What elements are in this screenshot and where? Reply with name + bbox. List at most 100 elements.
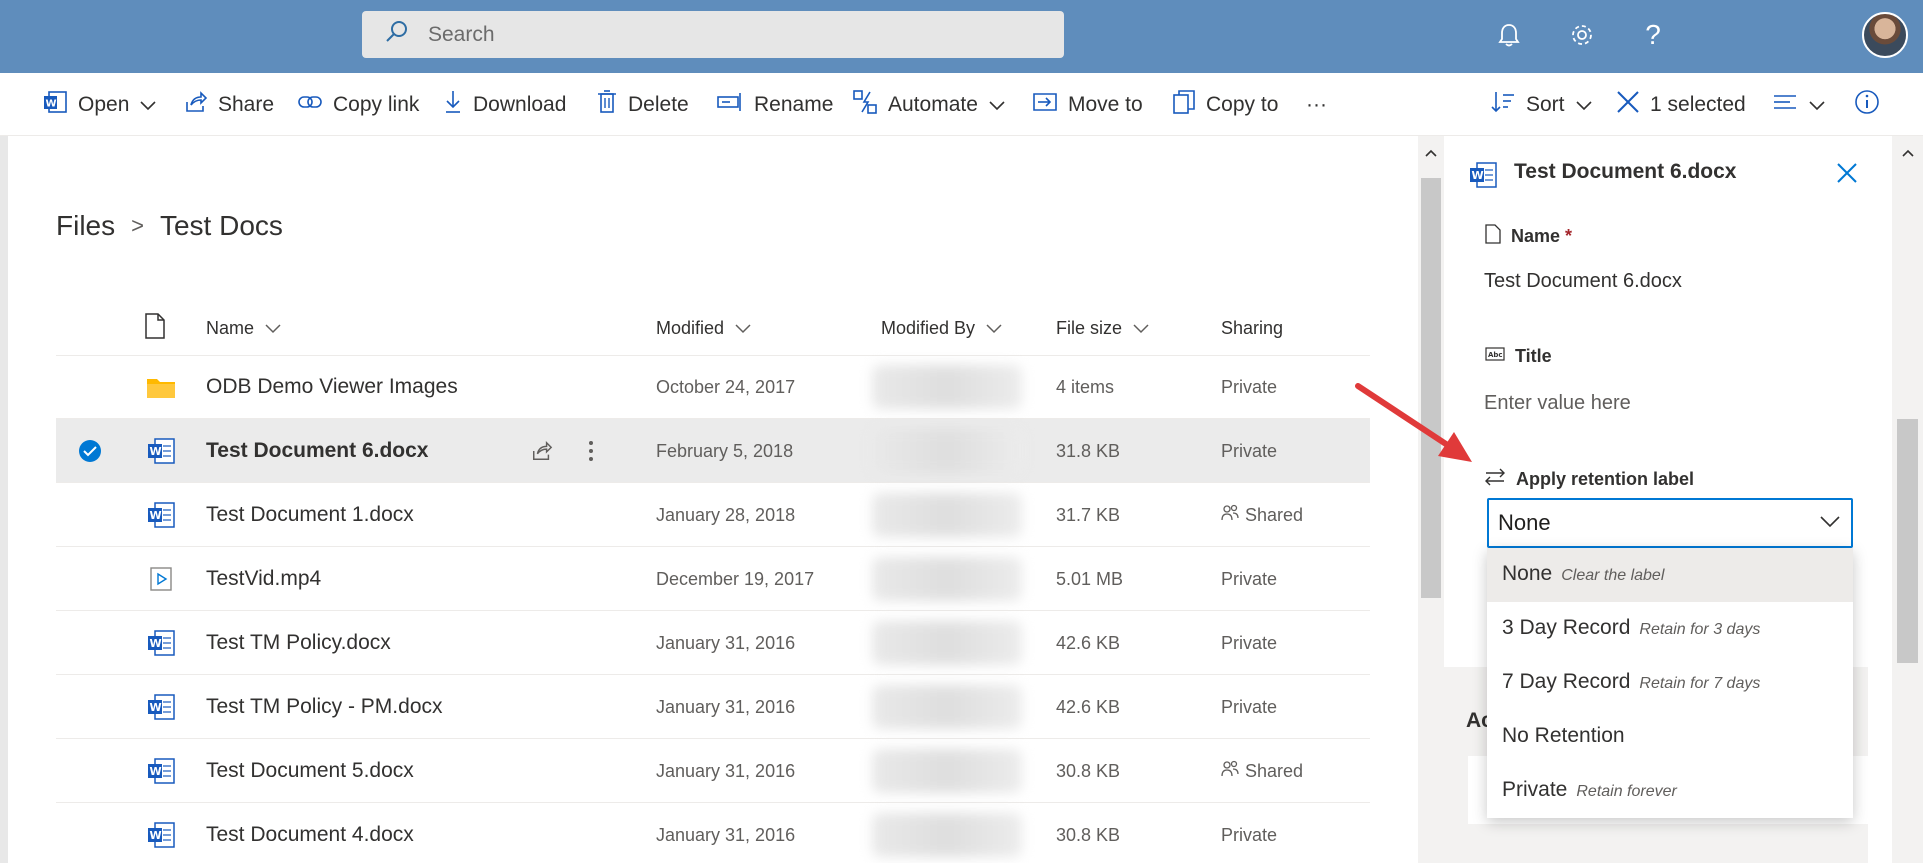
share-icon[interactable] <box>530 419 554 483</box>
column-header-sharing[interactable]: Sharing <box>1221 310 1283 346</box>
open-label: Open <box>78 92 130 116</box>
option-label: Private <box>1502 778 1568 801</box>
chevron-down-icon <box>139 93 157 117</box>
copy-to-button[interactable]: Copy to <box>1172 73 1278 136</box>
modified-date: January 31, 2016 <box>656 632 796 653</box>
share-button[interactable]: Share <box>184 73 274 136</box>
table-row[interactable]: W Test TM Policy.docx January 31, 2016 4… <box>56 611 1370 675</box>
folder-icon <box>146 355 176 419</box>
rename-button[interactable]: Rename <box>716 73 833 136</box>
sharing-label: Shared <box>1245 760 1304 781</box>
copy-link-button[interactable]: Copy link <box>297 73 419 136</box>
name-label-text: Name <box>1511 226 1561 246</box>
modified-date: January 28, 2018 <box>656 504 796 525</box>
move-icon <box>1032 90 1058 120</box>
column-header-modified-by[interactable]: Modified By <box>881 310 1003 346</box>
more-vertical-icon[interactable] <box>588 419 594 483</box>
info-button[interactable] <box>1854 73 1880 136</box>
file-name[interactable]: Test Document 4.docx <box>206 803 414 863</box>
table-row-selected[interactable]: W Test Document 6.docx February 5, 2018 … <box>56 419 1370 483</box>
chevron-up-icon[interactable] <box>1424 148 1438 158</box>
panel-scrollbar[interactable] <box>1892 136 1923 863</box>
modified-date: January 31, 2016 <box>656 824 796 845</box>
retention-option-no-retention[interactable]: No Retention <box>1487 710 1853 764</box>
share-label: Share <box>218 92 275 116</box>
word-icon: W <box>146 611 176 675</box>
retention-label-select[interactable]: None <box>1487 498 1853 548</box>
table-row[interactable]: W Test Document 4.docx January 31, 2016 … <box>56 803 1370 863</box>
retention-option-3-day-record[interactable]: 3 Day Record Retain for 3 days <box>1487 602 1853 656</box>
svg-text:W: W <box>1472 169 1484 182</box>
file-name[interactable]: Test TM Policy - PM.docx <box>206 675 443 739</box>
table-row[interactable]: W Test Document 5.docx January 31, 2016 … <box>56 739 1370 803</box>
more-button[interactable]: ··· <box>1306 73 1327 136</box>
title-label-text: Title <box>1515 346 1552 366</box>
command-bar: W Open Share Copy link Download Delete R… <box>0 73 1923 136</box>
retention-option-private[interactable]: Private Retain forever <box>1487 764 1853 818</box>
file-name[interactable]: Test Document 1.docx <box>206 483 414 547</box>
column-header-file-size[interactable]: File size <box>1056 310 1150 346</box>
breadcrumb-root[interactable]: Files <box>56 210 115 242</box>
breadcrumb-current[interactable]: Test Docs <box>160 210 283 242</box>
clear-selection-button[interactable]: 1 selected <box>1616 73 1746 136</box>
word-icon: W <box>146 803 176 863</box>
automate-button[interactable]: Automate <box>852 73 1006 136</box>
top-bar: Search ? <box>0 0 1923 73</box>
chevron-down-icon <box>988 93 1006 117</box>
table-row[interactable]: W Test Document 1.docx January 28, 2018 … <box>56 483 1370 547</box>
name-field-value[interactable]: Test Document 6.docx <box>1484 270 1682 293</box>
modified-by-redacted <box>872 813 1022 857</box>
sharing-status: Private <box>1221 696 1278 717</box>
file-type-header[interactable] <box>144 310 166 346</box>
retention-dropdown-menu: None Clear the label 3 Day Record Retain… <box>1487 548 1853 818</box>
breadcrumb-separator: > <box>131 213 144 238</box>
chevron-up-icon[interactable] <box>1901 148 1915 158</box>
search-box[interactable]: Search <box>362 11 1064 58</box>
bell-icon[interactable] <box>1492 18 1526 52</box>
avatar[interactable] <box>1862 12 1908 58</box>
svg-text:W: W <box>150 701 162 714</box>
checkmark-icon[interactable] <box>78 419 102 483</box>
help-icon[interactable]: ? <box>1636 18 1670 52</box>
close-icon[interactable] <box>1836 162 1858 189</box>
retention-option-none[interactable]: None Clear the label <box>1487 548 1853 602</box>
svg-text:W: W <box>150 765 162 778</box>
sharing-status: Private <box>1221 568 1278 589</box>
open-button[interactable]: W Open <box>42 73 157 136</box>
copy-to-label: Copy to <box>1206 92 1279 116</box>
modified-date: January 31, 2016 <box>656 760 796 781</box>
list-scrollbar[interactable] <box>1418 136 1444 863</box>
modified-by-redacted <box>872 557 1022 601</box>
title-field-input[interactable]: Enter value here <box>1484 392 1631 415</box>
view-options-button[interactable] <box>1772 73 1826 136</box>
file-name[interactable]: ODB Demo Viewer Images <box>206 355 458 419</box>
file-name[interactable]: Test Document 6.docx <box>206 419 429 483</box>
people-icon <box>1221 504 1239 527</box>
rename-label: Rename <box>754 92 834 116</box>
table-row[interactable]: TestVid.mp4 December 19, 2017 5.01 MB Pr… <box>56 547 1370 611</box>
gear-icon[interactable] <box>1565 18 1599 52</box>
automate-label: Automate <box>888 92 978 116</box>
modified-by-redacted <box>872 621 1022 665</box>
table-row[interactable]: W Test TM Policy - PM.docx January 31, 2… <box>56 675 1370 739</box>
sharing-status: Shared <box>1221 483 1303 547</box>
file-name[interactable]: Test TM Policy.docx <box>206 611 391 675</box>
search-placeholder: Search <box>428 22 495 46</box>
file-name[interactable]: TestVid.mp4 <box>206 547 321 611</box>
sort-button[interactable]: Sort <box>1490 73 1593 136</box>
table-row[interactable]: ODB Demo Viewer Images October 24, 2017 … <box>56 355 1370 419</box>
retention-option-7-day-record[interactable]: 7 Day Record Retain for 7 days <box>1487 656 1853 710</box>
option-description: Retain forever <box>1576 783 1677 800</box>
download-button[interactable]: Download <box>443 73 566 136</box>
move-to-button[interactable]: Move to <box>1032 73 1143 136</box>
column-header-modified[interactable]: Modified <box>656 310 752 346</box>
sort-icon <box>1490 89 1516 121</box>
scrollbar-thumb[interactable] <box>1897 419 1918 663</box>
column-header-name[interactable]: Name <box>206 310 282 346</box>
sharing-status: Private <box>1221 632 1278 653</box>
file-name[interactable]: Test Document 5.docx <box>206 739 414 803</box>
sharing-status: Private <box>1221 824 1278 845</box>
text-field-icon: Abc <box>1485 346 1505 367</box>
delete-button[interactable]: Delete <box>596 73 689 136</box>
word-icon: W <box>42 89 68 121</box>
